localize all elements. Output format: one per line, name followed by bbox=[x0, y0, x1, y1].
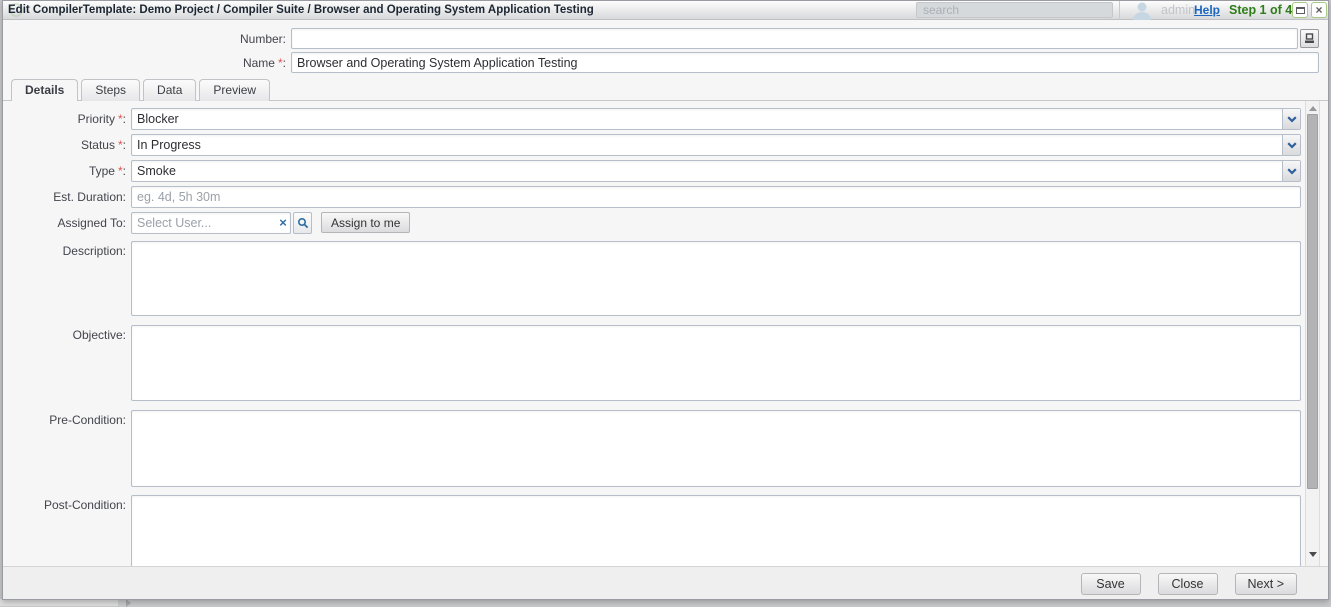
name-row: Name*: bbox=[3, 52, 1319, 73]
auto-number-icon bbox=[1304, 33, 1315, 44]
background-search-input: search bbox=[916, 2, 1113, 18]
est-duration-input[interactable] bbox=[132, 187, 1300, 207]
post-condition-textarea[interactable] bbox=[131, 495, 1301, 566]
type-row: Type*: bbox=[3, 160, 1301, 182]
name-label: Name*: bbox=[3, 56, 291, 70]
user-avatar-icon bbox=[1128, 1, 1156, 20]
help-link[interactable]: Help bbox=[1194, 1, 1220, 20]
name-input[interactable] bbox=[292, 53, 1318, 72]
background-header-divider bbox=[1119, 1, 1120, 20]
status-combobox bbox=[131, 134, 1301, 156]
pre-condition-label: Pre-Condition: bbox=[3, 410, 131, 427]
tab-bar: Details Steps Data Preview bbox=[3, 79, 1328, 101]
number-input[interactable] bbox=[292, 29, 1297, 48]
assigned-to-label: Assigned To: bbox=[3, 216, 131, 230]
chevron-down-icon bbox=[1287, 168, 1297, 175]
save-button[interactable]: Save bbox=[1081, 573, 1141, 595]
maximize-icon bbox=[1296, 7, 1305, 14]
dialog-footer: Save Close Next > bbox=[3, 566, 1328, 599]
details-tab-panel: Priority*: Status*: bbox=[3, 101, 1328, 566]
edit-compiler-template-dialog: Edit CompilerTemplate: Demo Project / Co… bbox=[2, 0, 1329, 600]
dialog-title: Edit CompilerTemplate: Demo Project / Co… bbox=[8, 1, 594, 20]
priority-row: Priority*: bbox=[3, 108, 1301, 130]
maximize-button[interactable] bbox=[1292, 2, 1308, 18]
assigned-to-input[interactable] bbox=[132, 213, 276, 233]
tab-data[interactable]: Data bbox=[143, 79, 196, 101]
est-duration-label: Est. Duration: bbox=[3, 190, 131, 204]
tab-preview[interactable]: Preview bbox=[199, 79, 270, 101]
priority-input[interactable] bbox=[132, 109, 1282, 129]
scroll-down-icon[interactable] bbox=[1309, 552, 1317, 557]
objective-row: Objective: bbox=[3, 325, 1301, 401]
type-combobox bbox=[131, 160, 1301, 182]
background-panel-fragment bbox=[0, 599, 118, 606]
description-label: Description: bbox=[3, 241, 131, 258]
description-row: Description: bbox=[3, 241, 1301, 316]
priority-label: Priority*: bbox=[3, 112, 131, 126]
background-username: admin bbox=[1161, 1, 1195, 20]
panel-scrollbar[interactable] bbox=[1305, 101, 1320, 566]
number-row: Number: bbox=[3, 28, 1319, 49]
status-row: Status*: bbox=[3, 134, 1301, 156]
tab-steps[interactable]: Steps bbox=[81, 79, 140, 101]
assigned-to-combobox: × bbox=[131, 212, 291, 234]
wizard-step-indicator: Step 1 of 4 bbox=[1229, 1, 1292, 20]
est-duration-row: Est. Duration: bbox=[3, 186, 1301, 208]
number-label: Number: bbox=[3, 32, 291, 46]
type-label: Type*: bbox=[3, 164, 131, 178]
status-label: Status*: bbox=[3, 138, 131, 152]
close-button[interactable]: × bbox=[1311, 2, 1327, 18]
scroll-up-icon[interactable] bbox=[1309, 106, 1317, 111]
chevron-down-icon bbox=[1287, 142, 1297, 149]
assign-to-me-button[interactable]: Assign to me bbox=[321, 212, 410, 233]
status-dropdown-button[interactable] bbox=[1282, 135, 1300, 155]
description-textarea[interactable] bbox=[131, 241, 1301, 316]
post-condition-row: Post-Condition: bbox=[3, 495, 1301, 566]
close-icon: × bbox=[1315, 4, 1322, 16]
pre-condition-row: Pre-Condition: bbox=[3, 410, 1301, 487]
post-condition-label: Post-Condition: bbox=[3, 495, 131, 512]
close-dialog-button[interactable]: Close bbox=[1158, 573, 1218, 595]
clear-user-icon[interactable]: × bbox=[276, 213, 290, 233]
status-input[interactable] bbox=[132, 135, 1282, 155]
objective-textarea[interactable] bbox=[131, 325, 1301, 401]
dialog-titlebar: Edit CompilerTemplate: Demo Project / Co… bbox=[3, 1, 1328, 20]
type-dropdown-button[interactable] bbox=[1282, 161, 1300, 181]
priority-dropdown-button[interactable] bbox=[1282, 109, 1300, 129]
priority-combobox bbox=[131, 108, 1301, 130]
scrollbar-thumb[interactable] bbox=[1307, 114, 1318, 489]
header-form: Number: Name*: bbox=[3, 20, 1328, 73]
tab-details[interactable]: Details bbox=[11, 79, 78, 101]
auto-number-button[interactable] bbox=[1300, 29, 1319, 48]
search-icon bbox=[297, 217, 309, 229]
objective-label: Objective: bbox=[3, 325, 131, 342]
assigned-to-row: Assigned To: × Assign to me bbox=[3, 212, 1301, 234]
chevron-down-icon bbox=[1287, 116, 1297, 123]
type-input[interactable] bbox=[132, 161, 1282, 181]
next-button[interactable]: Next > bbox=[1235, 573, 1297, 595]
dimmed-background: Edit CompilerTemplate: Demo Project / Co… bbox=[0, 0, 1331, 606]
pre-condition-textarea[interactable] bbox=[131, 410, 1301, 487]
user-search-button[interactable] bbox=[293, 212, 312, 234]
